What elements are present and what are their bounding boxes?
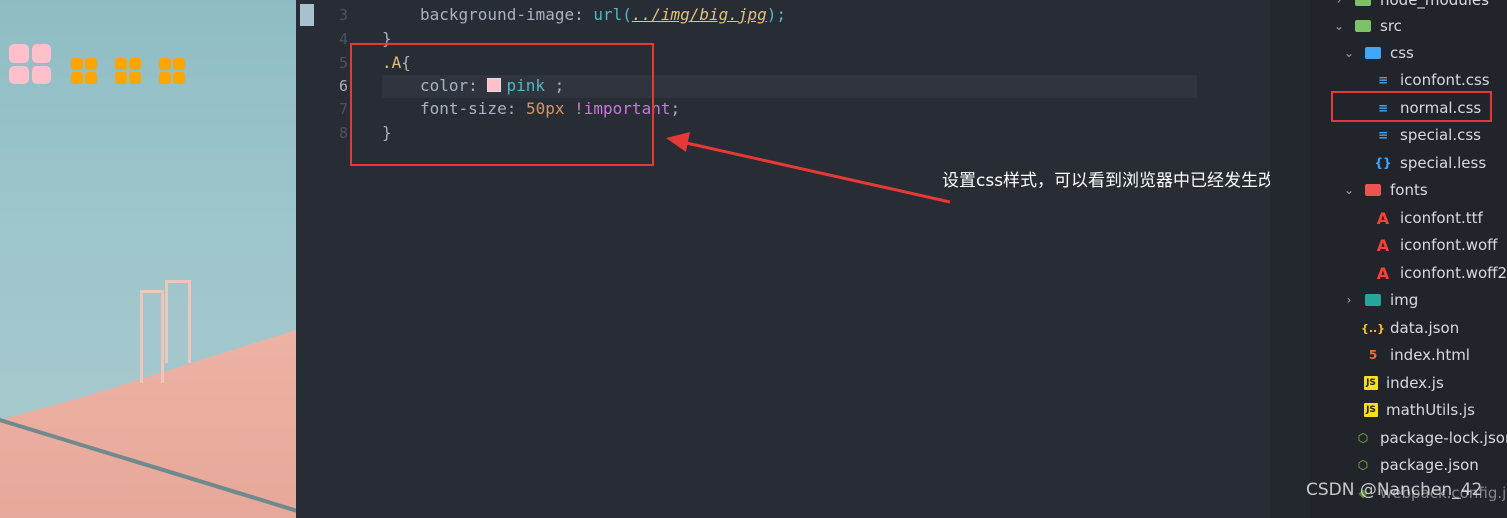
tree-file-data-json[interactable]: {..} data.json <box>1360 316 1459 340</box>
font-icon: A <box>1376 208 1390 228</box>
apps-grid-icon <box>115 58 141 84</box>
browser-preview <box>0 0 296 518</box>
css-function: url( <box>593 5 632 24</box>
tree-folder-fonts[interactable]: ⌄ fonts <box>1342 178 1428 202</box>
ladder-rail <box>140 290 164 383</box>
line-number: 7 <box>338 100 348 118</box>
nodejs-icon: ⬡ <box>1357 431 1369 445</box>
code-line-3[interactable]: background-image: url(../img/big.jpg); <box>420 5 786 24</box>
tree-file-iconfont-woff2[interactable]: Aiconfont.woff2 <box>1374 261 1507 285</box>
tree-folder-src[interactable]: ⌄ src <box>1332 14 1402 38</box>
ladder-rail <box>165 280 191 363</box>
tree-file-special-css[interactable]: ≡ special.css <box>1374 123 1481 147</box>
font-icon: A <box>1376 263 1390 283</box>
watermark: CSDN @Nanchen_42 <box>1306 480 1483 500</box>
line-number: 4 <box>338 30 348 48</box>
editor-scrollbar[interactable] <box>1270 0 1310 518</box>
chevron-down-icon: ⌄ <box>1343 46 1355 60</box>
tree-file-iconfont-woff[interactable]: Aiconfont.woff <box>1374 233 1498 257</box>
line-number: 3 <box>338 6 348 24</box>
src-folder-icon <box>1354 18 1372 34</box>
tree-file-mathutils-js[interactable]: JS mathUtils.js <box>1364 398 1475 422</box>
css3-icon: ≡ <box>1377 128 1389 142</box>
css-property: background-image: <box>420 5 594 24</box>
tree-folder-img[interactable]: › img <box>1342 288 1419 312</box>
tree-file-package-lock-json[interactable]: ⬡ package-lock.json <box>1354 426 1507 450</box>
apps-grid-icon <box>159 58 185 84</box>
chevron-right-icon: › <box>1346 293 1352 307</box>
tree-file-special-less[interactable]: {} special.less <box>1374 151 1486 175</box>
tree-file-iconfont-css[interactable]: ≡ iconfont.css <box>1374 68 1490 92</box>
nodejs-icon: ⬡ <box>1357 458 1369 472</box>
chevron-down-icon: ⌄ <box>1343 183 1355 197</box>
arrow-icon <box>666 132 951 204</box>
node-folder-icon <box>1354 0 1372 8</box>
tree-file-index-js[interactable]: JS index.js <box>1364 371 1444 395</box>
css-folder-icon <box>1364 45 1382 61</box>
line-number: 8 <box>338 124 348 142</box>
css3-icon: ≡ <box>1377 73 1389 87</box>
css-punct: ; <box>670 99 681 118</box>
line-number: 5 <box>338 54 348 72</box>
tree-file-iconfont-ttf[interactable]: Aiconfont.ttf <box>1374 206 1483 230</box>
braces-icon: {} <box>1374 156 1392 170</box>
highlight-box <box>350 43 654 166</box>
apps-grid-icon-large <box>9 44 51 84</box>
annotation-text: 设置css样式，可以看到浏览器中已经发生改变 <box>942 171 1293 191</box>
js-icon: JS <box>1364 403 1378 417</box>
tree-folder-node-modules[interactable]: › node_modules <box>1332 0 1489 12</box>
chevron-down-icon: ⌄ <box>1333 19 1345 33</box>
font-icon: A <box>1376 235 1390 255</box>
line-number-active: 6 <box>338 77 348 95</box>
highlight-box-selected-file <box>1331 91 1492 122</box>
tree-folder-css[interactable]: ⌄ css <box>1342 41 1414 65</box>
img-folder-icon <box>1364 292 1382 308</box>
iconfont-row <box>9 44 203 84</box>
html5-icon: 5 <box>1368 348 1378 362</box>
tree-file-package-json[interactable]: ⬡ package.json <box>1354 453 1479 477</box>
css-url-path[interactable]: ../img/big.jpg <box>632 5 767 24</box>
css-punct: ); <box>766 5 787 24</box>
apps-grid-icon <box>71 58 97 84</box>
tree-file-index-html[interactable]: 5 index.html <box>1364 343 1470 367</box>
json-icon: {..} <box>1360 321 1386 335</box>
fonts-folder-icon <box>1364 182 1382 198</box>
file-explorer: › node_modules ⌄ src ⌄ css ≡ iconfont.css ≡ n… <box>1310 0 1507 518</box>
chevron-right-icon: › <box>1336 0 1342 7</box>
js-icon: JS <box>1364 376 1378 390</box>
